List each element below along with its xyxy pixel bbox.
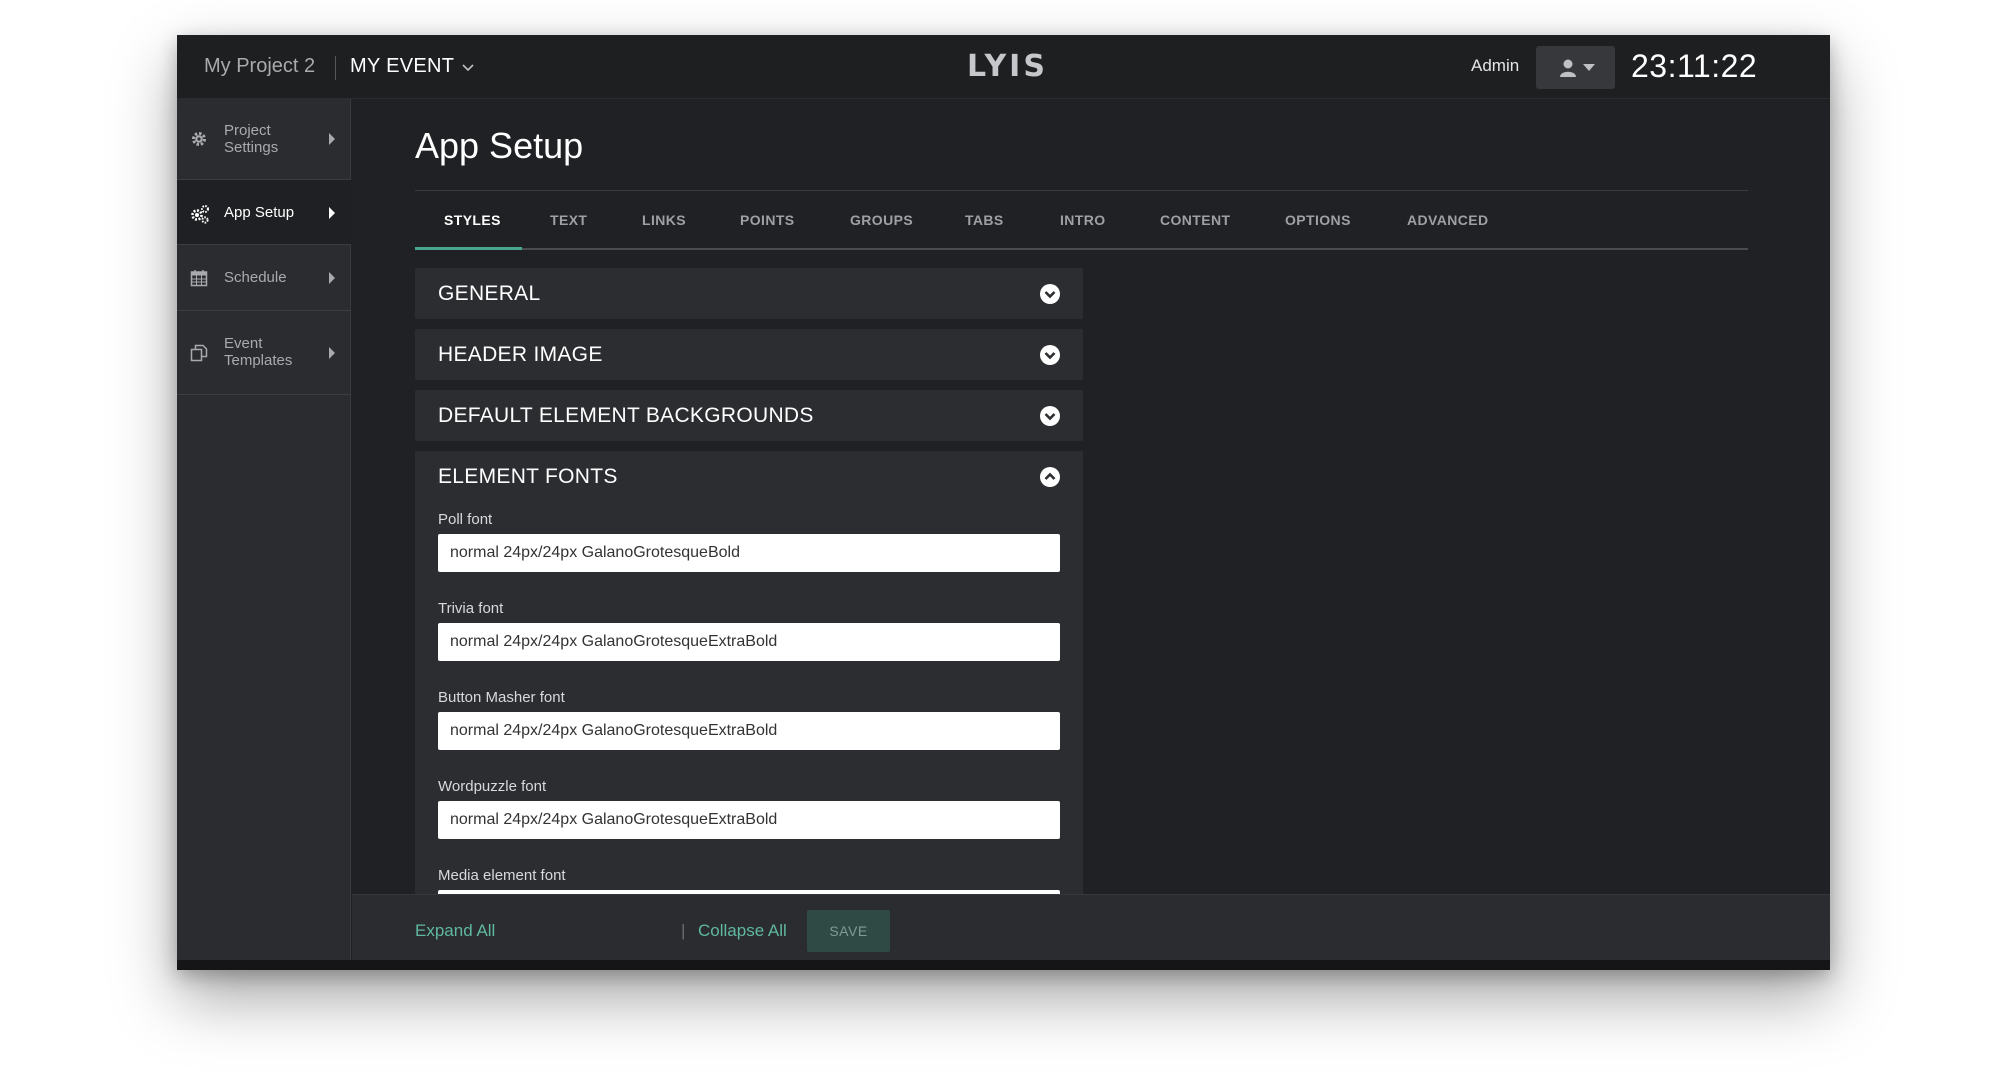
project-name[interactable]: My Project 2 bbox=[204, 55, 315, 78]
clock: 23:11:22 bbox=[1631, 48, 1758, 84]
gear-icon bbox=[192, 132, 206, 146]
trivia-font-label: Trivia font bbox=[438, 600, 504, 617]
tab-options[interactable]: OPTIONS bbox=[1285, 212, 1351, 228]
section-default-element-backgrounds[interactable]: DEFAULT ELEMENT BACKGROUNDS bbox=[415, 390, 1083, 441]
poll-font-label: Poll font bbox=[438, 511, 493, 528]
caret-down-icon bbox=[1583, 64, 1595, 71]
chevron-down-circle-icon[interactable] bbox=[1039, 405, 1061, 427]
media-element-font-label: Media element font bbox=[438, 867, 566, 884]
caret-right-icon bbox=[329, 347, 335, 359]
chevron-down-icon[interactable] bbox=[460, 61, 476, 75]
chevron-down-circle-icon[interactable] bbox=[1039, 344, 1061, 366]
wordpuzzle-font-input[interactable] bbox=[438, 801, 1060, 839]
tab-groups[interactable]: GROUPS bbox=[850, 212, 913, 228]
section-general[interactable]: GENERAL bbox=[415, 268, 1083, 319]
chevron-up-circle-icon[interactable] bbox=[1039, 466, 1061, 488]
footer-bar: Expand All | Collapse All SAVE bbox=[352, 894, 1830, 970]
sidebar-item-project-settings[interactable]: Project Settings bbox=[177, 99, 351, 180]
section-title: DEFAULT ELEMENT BACKGROUNDS bbox=[438, 404, 814, 427]
top-bar: My Project 2 MY EVENT LYIS Admin 23:11:2… bbox=[177, 35, 1830, 99]
chevron-down-circle-icon[interactable] bbox=[1039, 283, 1061, 305]
calendar-icon bbox=[190, 270, 208, 287]
templates-icon bbox=[190, 344, 208, 362]
user-menu-button[interactable] bbox=[1536, 46, 1615, 89]
event-selector-label[interactable]: MY EVENT bbox=[350, 55, 454, 78]
sidebar: Project Settings App Setup Schedule Even… bbox=[177, 99, 351, 970]
sidebar-item-schedule[interactable]: Schedule bbox=[177, 245, 351, 311]
sidebar-item-event-templates[interactable]: Event Templates bbox=[177, 311, 351, 395]
tab-intro[interactable]: INTRO bbox=[1060, 212, 1106, 228]
tab-bar: STYLES TEXT LINKS POINTS GROUPS TABS INT… bbox=[415, 191, 1748, 250]
button-masher-font-label: Button Masher font bbox=[438, 689, 565, 706]
active-tab-indicator bbox=[415, 247, 522, 250]
caret-right-icon bbox=[329, 207, 335, 219]
app-window: My Project 2 MY EVENT LYIS Admin 23:11:2… bbox=[177, 35, 1830, 970]
tab-points[interactable]: POINTS bbox=[740, 212, 795, 228]
poll-font-input[interactable] bbox=[438, 534, 1060, 572]
tab-advanced[interactable]: ADVANCED bbox=[1407, 212, 1489, 228]
main-content: App Setup STYLES TEXT LINKS POINTS GROUP… bbox=[352, 99, 1830, 930]
section-title[interactable]: ELEMENT FONTS bbox=[438, 465, 618, 489]
trivia-font-input[interactable] bbox=[438, 623, 1060, 661]
gears-icon bbox=[191, 205, 209, 224]
section-title: GENERAL bbox=[438, 282, 541, 305]
bottom-strip bbox=[177, 960, 1830, 970]
section-element-fonts: ELEMENT FONTS Poll font Trivia font Butt… bbox=[415, 451, 1083, 930]
section-title: HEADER IMAGE bbox=[438, 343, 603, 366]
tab-content[interactable]: CONTENT bbox=[1160, 212, 1230, 228]
button-masher-font-input[interactable] bbox=[438, 712, 1060, 750]
footer-separator: | bbox=[681, 921, 686, 940]
tab-links[interactable]: LINKS bbox=[642, 212, 686, 228]
section-header-image[interactable]: HEADER IMAGE bbox=[415, 329, 1083, 380]
sidebar-item-app-setup[interactable]: App Setup bbox=[177, 180, 351, 245]
page-title: App Setup bbox=[415, 125, 584, 166]
save-button[interactable]: SAVE bbox=[807, 910, 890, 952]
sidebar-item-label: App Setup bbox=[224, 204, 295, 221]
expand-all-link[interactable]: Expand All bbox=[415, 921, 495, 941]
tab-tabs[interactable]: TABS bbox=[965, 212, 1004, 228]
tab-text[interactable]: TEXT bbox=[550, 212, 587, 228]
sidebar-item-label: Event Templates bbox=[224, 335, 293, 369]
caret-right-icon bbox=[329, 133, 335, 145]
admin-label: Admin bbox=[1471, 56, 1520, 75]
lyis-logo: LYIS bbox=[967, 49, 1048, 84]
sidebar-item-label: Project Settings bbox=[224, 122, 279, 156]
project-event-divider bbox=[335, 56, 336, 80]
collapse-all-link[interactable]: Collapse All bbox=[698, 921, 787, 941]
wordpuzzle-font-label: Wordpuzzle font bbox=[438, 778, 547, 795]
caret-right-icon bbox=[329, 272, 335, 284]
user-icon bbox=[1560, 59, 1576, 77]
tab-styles[interactable]: STYLES bbox=[444, 212, 501, 228]
sidebar-item-label: Schedule bbox=[224, 269, 287, 286]
